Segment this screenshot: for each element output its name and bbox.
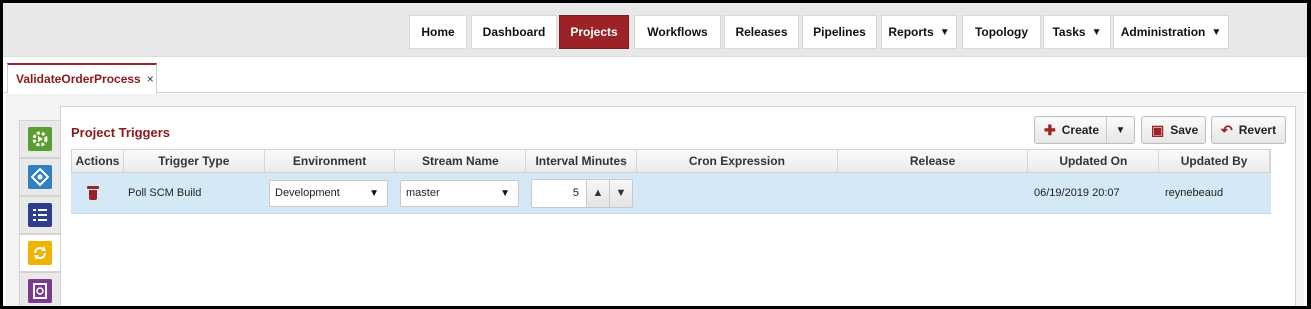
nav-tasks[interactable]: Tasks ▼ xyxy=(1043,15,1111,49)
nav-releases-label: Releases xyxy=(735,25,788,39)
row-actions-cell xyxy=(71,173,123,213)
nav-workflows-label: Workflows xyxy=(647,25,708,39)
nav-dashboard-label: Dashboard xyxy=(482,25,546,39)
col-actions[interactable]: Actions xyxy=(72,150,124,172)
tab-validate-order-process[interactable]: ValidateOrderProcess × xyxy=(7,63,157,94)
col-release[interactable]: Release xyxy=(838,150,1029,172)
project-triggers-panel: Project Triggers ✚ Create ▼ ▣ Save ↶ Rev… xyxy=(60,106,1296,306)
chevron-down-icon[interactable]: ▼ xyxy=(609,179,632,207)
side-tool-list[interactable] xyxy=(19,196,61,234)
refresh-icon xyxy=(28,241,52,265)
app-window: Home Dashboard Projects Workflows Releas… xyxy=(0,0,1311,309)
col-cron-expression[interactable]: Cron Expression xyxy=(637,150,838,172)
updated-on-cell: 06/19/2019 20:07 xyxy=(1034,187,1120,199)
side-tool-inspect[interactable] xyxy=(19,272,61,306)
nav-dashboard[interactable]: Dashboard xyxy=(471,15,557,49)
side-tool-process[interactable] xyxy=(19,120,61,158)
stream-name-cell: master ▼ xyxy=(395,173,526,213)
grid-header: Actions Trigger Type Environment Stream … xyxy=(71,149,1271,173)
nav-topology-label: Topology xyxy=(974,25,1029,39)
nav-tasks-label: Tasks xyxy=(1052,25,1086,39)
nav-topology[interactable]: Topology xyxy=(962,15,1041,49)
document-tab-strip: ValidateOrderProcess × xyxy=(3,60,1307,94)
top-navigation: Home Dashboard Projects Workflows Releas… xyxy=(3,3,1307,57)
triggers-grid: Actions Trigger Type Environment Stream … xyxy=(71,149,1271,214)
create-label: Create xyxy=(1061,123,1100,137)
interval-minutes-stepper[interactable]: 5 ▲ ▼ xyxy=(531,178,633,208)
stream-name-value: master xyxy=(406,187,440,199)
table-row[interactable]: Poll SCM Build Development ▼ master ▼ 5 … xyxy=(71,173,1271,214)
trash-icon[interactable] xyxy=(87,186,99,200)
col-updated-on[interactable]: Updated On xyxy=(1028,150,1160,172)
chevron-down-icon: ▼ xyxy=(1091,26,1102,38)
nav-administration-label: Administration xyxy=(1120,25,1206,39)
undo-icon: ↶ xyxy=(1221,121,1233,138)
side-tool-triggers[interactable] xyxy=(19,234,61,272)
save-label: Save xyxy=(1170,123,1199,137)
chevron-up-icon[interactable]: ▲ xyxy=(586,179,609,207)
nav-projects[interactable]: Projects xyxy=(559,15,629,49)
nav-workflows[interactable]: Workflows xyxy=(634,15,721,49)
col-stream-name[interactable]: Stream Name xyxy=(395,150,527,172)
col-trigger-type[interactable]: Trigger Type xyxy=(124,150,265,172)
nav-home-label: Home xyxy=(421,25,455,39)
side-tool-network[interactable] xyxy=(19,158,61,196)
chevron-down-icon: ▼ xyxy=(939,26,950,38)
save-button[interactable]: ▣ Save xyxy=(1141,116,1206,144)
nav-administration[interactable]: Administration ▼ xyxy=(1113,15,1229,49)
clipboard-search-icon xyxy=(28,279,52,303)
gear-play-icon xyxy=(28,127,52,151)
nav-reports-label: Reports xyxy=(888,25,934,39)
interval-value[interactable]: 5 xyxy=(532,179,586,207)
list-icon xyxy=(28,203,52,227)
revert-button[interactable]: ↶ Revert xyxy=(1211,116,1286,144)
nav-pipelines[interactable]: Pipelines xyxy=(802,15,877,49)
tab-content: Project Triggers ✚ Create ▼ ▣ Save ↶ Rev… xyxy=(6,94,1304,306)
side-toolbar xyxy=(19,120,61,306)
environment-cell: Development ▼ xyxy=(264,173,395,213)
nav-reports[interactable]: Reports ▼ xyxy=(881,15,957,49)
col-interval-minutes[interactable]: Interval Minutes xyxy=(526,150,638,172)
revert-label: Revert xyxy=(1238,123,1277,137)
interval-cell: 5 ▲ ▼ xyxy=(526,173,637,213)
nav-projects-label: Projects xyxy=(570,25,618,39)
nav-releases[interactable]: Releases xyxy=(724,15,799,49)
network-icon xyxy=(28,165,52,189)
trigger-type-cell: Poll SCM Build xyxy=(128,187,202,199)
release-cell xyxy=(838,173,1029,213)
environment-value: Development xyxy=(275,187,340,199)
chevron-down-icon: ▼ xyxy=(369,187,379,199)
nav-home[interactable]: Home xyxy=(409,15,467,49)
stream-name-select[interactable]: master ▼ xyxy=(400,179,519,207)
col-environment[interactable]: Environment xyxy=(265,150,396,172)
plus-icon: ✚ xyxy=(1044,121,1056,138)
close-icon[interactable]: × xyxy=(147,72,154,86)
chevron-down-icon: ▼ xyxy=(500,187,510,199)
col-updated-by[interactable]: Updated By xyxy=(1159,150,1271,172)
chevron-down-icon: ▼ xyxy=(1211,26,1222,38)
nav-pipelines-label: Pipelines xyxy=(813,25,866,39)
cron-expression-cell xyxy=(637,173,838,213)
updated-by-cell: reynebeaud xyxy=(1165,187,1224,199)
tab-label: ValidateOrderProcess xyxy=(16,72,141,86)
chevron-down-icon[interactable]: ▼ xyxy=(1106,117,1134,143)
environment-select[interactable]: Development ▼ xyxy=(269,179,388,207)
save-icon: ▣ xyxy=(1151,121,1165,138)
panel-title: Project Triggers xyxy=(71,125,170,140)
create-button[interactable]: ✚ Create ▼ xyxy=(1034,116,1135,144)
